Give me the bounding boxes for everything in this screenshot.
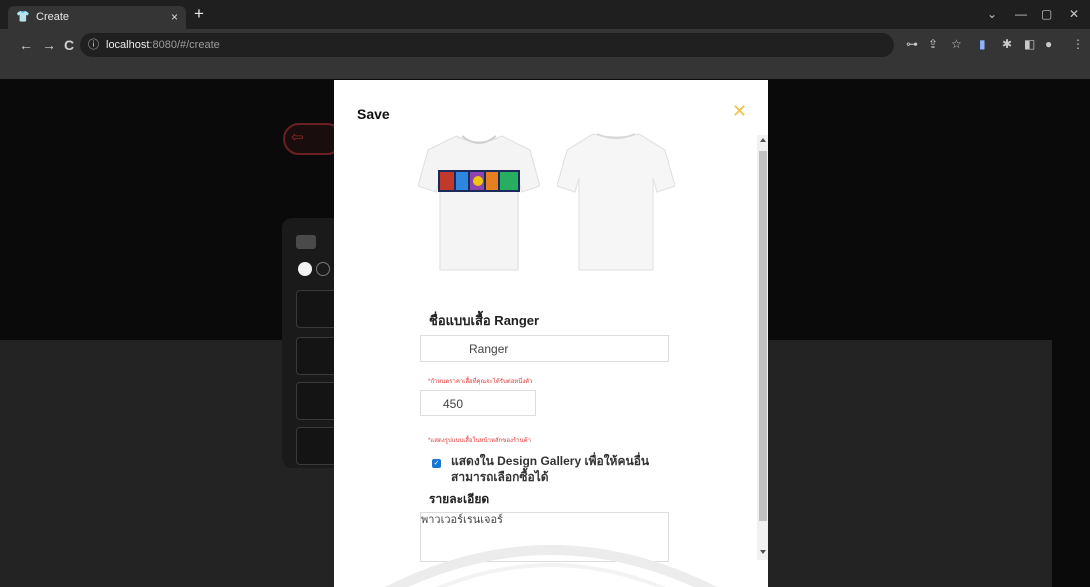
save-modal: Save ✕ ชื่อแบบเสื้อ Ranger Ranger *กำหนด… (334, 80, 768, 587)
back-arrow-icon: ⇦ (291, 129, 304, 146)
window-close-button[interactable]: ✕ (1069, 7, 1079, 21)
price-input[interactable]: 450 (420, 390, 536, 416)
extensions-puzzle-icon[interactable]: ✱ (1002, 37, 1012, 51)
background-shirt-icon (296, 235, 316, 249)
design-name-label: ชื่อแบบเสื้อ Ranger (429, 313, 540, 328)
scrollbar-thumb[interactable] (759, 151, 767, 521)
scroll-up-arrow-icon[interactable] (760, 138, 766, 142)
maximize-button[interactable]: ▢ (1041, 7, 1052, 21)
tab-close-icon[interactable]: × (171, 10, 178, 24)
tab-title: Create (36, 11, 70, 23)
browser-toolbar: ← → C ⓘ localhost:8080/#/create (0, 29, 1090, 61)
gallery-checkbox[interactable]: ✓ (432, 459, 441, 468)
design-name-input[interactable]: Ranger (420, 335, 669, 362)
back-button[interactable]: ← (19, 37, 33, 53)
tshirt-back-image (557, 133, 675, 271)
gallery-checkbox-label[interactable]: แสดงใน Design Gallery เพื่อให้คนอื่นสามา… (451, 453, 681, 485)
key-icon[interactable]: ⊶ (906, 37, 918, 51)
profile-avatar-icon[interactable]: ● (1045, 37, 1052, 51)
shirt-favicon-icon: 👕 (16, 11, 30, 23)
browser-window: 👕 Create × + ⌄ — ▢ ✕ ← → C ⓘ localhost:8… (0, 0, 1090, 587)
background-color-swatch (316, 262, 330, 276)
close-icon[interactable]: ✕ (732, 102, 747, 120)
detail-label: รายละเอียด (429, 492, 490, 506)
bookmark-star-icon[interactable]: ☆ (951, 37, 962, 51)
bookmarks-bar (0, 61, 1090, 79)
address-bar[interactable]: ⓘ localhost:8080/#/create (80, 33, 894, 57)
url-text: localhost:8080/#/create (106, 38, 220, 52)
share-icon[interactable]: ⇪ (928, 37, 938, 51)
info-icon[interactable]: ⓘ (88, 38, 99, 52)
scroll-down-arrow-icon[interactable] (760, 550, 766, 554)
tshirt-front-image (418, 135, 540, 271)
tab-search-icon[interactable]: ⌄ (987, 7, 997, 21)
design-name-value: Ranger (469, 342, 509, 356)
extension-doc-icon[interactable]: ▮ (979, 37, 986, 51)
side-panel-icon[interactable]: ◧ (1024, 37, 1035, 51)
minimize-button[interactable]: — (1015, 7, 1027, 21)
menu-kebab-icon[interactable]: ⋮ (1072, 37, 1084, 51)
price-hint: *กำหนดราคาเสื้อที่คุณจะได้รับต่อหนึ่งตัว (428, 379, 533, 385)
url-host: localhost (106, 39, 150, 51)
reload-button[interactable]: C (64, 37, 74, 53)
price-value: 450 (443, 397, 464, 411)
tab-strip: 👕 Create × + ⌄ — ▢ ✕ (0, 0, 1090, 29)
browser-tab[interactable]: 👕 Create × (8, 6, 186, 29)
watermark-seal (385, 545, 717, 587)
new-tab-button[interactable]: + (194, 5, 204, 23)
modal-title: Save (357, 106, 390, 122)
background-color-swatch (298, 262, 312, 276)
forward-button[interactable]: → (42, 37, 56, 53)
gallery-hint: *แสดงรูปแบบเสื้อในหน้าหลักของร้านค้า (428, 438, 531, 444)
url-path: :8080/#/create (149, 39, 220, 51)
